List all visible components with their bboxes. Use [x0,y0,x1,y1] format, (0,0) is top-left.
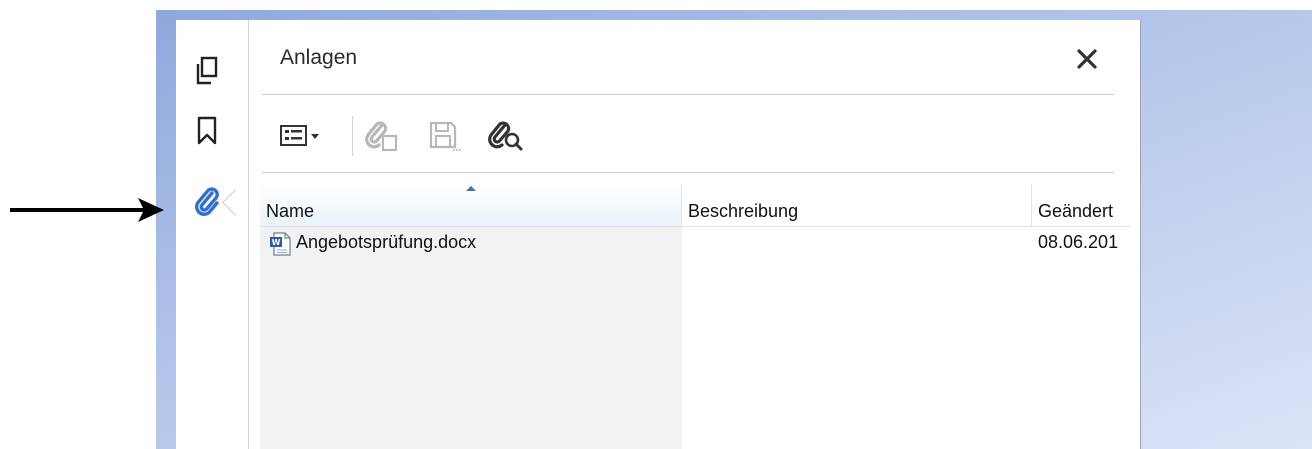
svg-text:W: W [272,238,281,247]
nav-attachments-button[interactable] [187,184,227,218]
column-header-description[interactable]: Beschreibung [682,184,1032,226]
bookmark-icon [197,116,217,145]
panel-title: Anlagen [280,46,358,69]
sort-ascending-icon [466,186,476,191]
add-attachment-button[interactable] [362,116,402,156]
title-divider [262,94,1114,95]
name-column-background [260,226,682,449]
navigation-pane [176,20,249,449]
file-name: Angebotsprüfung.docx [296,232,477,252]
save-attachment-icon [429,121,461,151]
list-view-dropdown-icon [280,125,319,146]
column-header-changed[interactable]: Geändert [1032,184,1130,226]
column-header-changed-label: Geändert [1038,201,1114,221]
nav-bookmarks-button[interactable] [187,114,227,148]
file-changed-date: 08.06.201 [1038,232,1119,252]
word-document-icon: W [270,232,291,256]
column-header-name[interactable]: Name [260,184,682,226]
attachments-list: Name Beschreibung Geändert W Angebotsprü… [260,184,1130,449]
search-attachment-icon [488,121,523,151]
column-header-description-label: Beschreibung [688,201,799,221]
table-row[interactable]: W Angebotsprüfung.docx 08.06.201 [260,230,1130,258]
add-attachment-icon [365,121,398,152]
attachments-panel-window: Anlagen Name Beschreibung Geändert W Ang… [176,20,1141,449]
close-button[interactable] [1072,44,1102,74]
pages-icon [196,56,218,85]
toolbar-divider [352,116,353,156]
search-attachment-button[interactable] [484,116,530,156]
column-header-name-label: Name [266,201,315,221]
nav-pages-button[interactable] [187,54,227,88]
close-icon [1077,49,1097,69]
callout-arrow [10,198,164,222]
save-attachment-button[interactable] [424,116,464,156]
paperclip-icon [194,187,219,216]
table-header: Name Beschreibung Geändert [260,184,1130,227]
view-options-button[interactable] [276,116,328,156]
toolbar-divider-bottom [262,172,1114,173]
